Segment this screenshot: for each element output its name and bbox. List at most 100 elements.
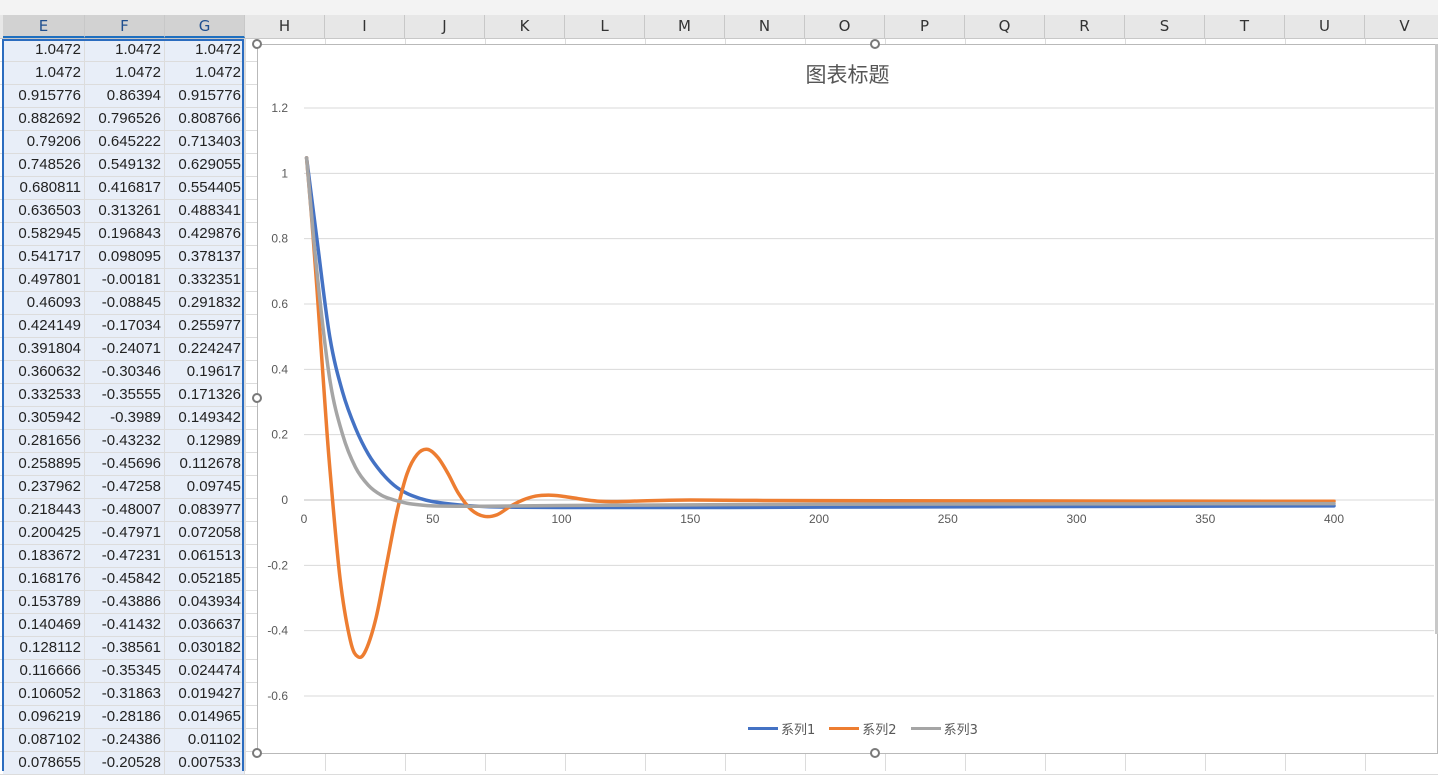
- series-line-3[interactable]: [304, 156, 1336, 509]
- cell-e16[interactable]: 0.332533: [3, 384, 85, 406]
- series-line-1[interactable]: [304, 156, 1336, 510]
- cell-f13[interactable]: -0.17034: [85, 315, 165, 337]
- chart-resize-handle-bottom-center[interactable]: [870, 748, 880, 758]
- column-header-n[interactable]: N: [725, 15, 805, 38]
- column-header-l[interactable]: L: [565, 15, 645, 38]
- chart-resize-handle-bottom-left[interactable]: [252, 748, 262, 758]
- cell-e7[interactable]: 0.680811: [3, 177, 85, 199]
- cell-f7[interactable]: 0.416817: [85, 177, 165, 199]
- cell-f17[interactable]: -0.3989: [85, 407, 165, 429]
- chart-resize-handle-top-center[interactable]: [870, 39, 880, 49]
- column-header-u[interactable]: U: [1285, 15, 1365, 38]
- cell-g9[interactable]: 0.429876: [165, 223, 245, 245]
- cell-f9[interactable]: 0.196843: [85, 223, 165, 245]
- cell-e4[interactable]: 0.882692: [3, 108, 85, 130]
- cell-e14[interactable]: 0.391804: [3, 338, 85, 360]
- column-header-o[interactable]: O: [805, 15, 885, 38]
- cell-f5[interactable]: 0.645222: [85, 131, 165, 153]
- cell-e24[interactable]: 0.168176: [3, 568, 85, 590]
- cell-e28[interactable]: 0.116666: [3, 660, 85, 682]
- cell-f29[interactable]: -0.31863: [85, 683, 165, 705]
- cell-e31[interactable]: 0.087102: [3, 729, 85, 751]
- cell-g27[interactable]: 0.030182: [165, 637, 245, 659]
- cell-e22[interactable]: 0.200425: [3, 522, 85, 544]
- column-header-h[interactable]: H: [245, 15, 325, 38]
- cell-g20[interactable]: 0.09745: [165, 476, 245, 498]
- cell-g4[interactable]: 0.808766: [165, 108, 245, 130]
- cell-e5[interactable]: 0.79206: [3, 131, 85, 153]
- cell-g25[interactable]: 0.043934: [165, 591, 245, 613]
- chart-legend[interactable]: 系列1 系列2 系列3: [748, 719, 978, 738]
- cell-g22[interactable]: 0.072058: [165, 522, 245, 544]
- cell-f4[interactable]: 0.796526: [85, 108, 165, 130]
- cell-g19[interactable]: 0.112678: [165, 453, 245, 475]
- column-header-q[interactable]: Q: [965, 15, 1045, 38]
- chart-resize-handle-middle-left[interactable]: [252, 393, 262, 403]
- cell-g10[interactable]: 0.378137: [165, 246, 245, 268]
- series-line-2[interactable]: [304, 156, 1336, 660]
- cell-f30[interactable]: -0.28186: [85, 706, 165, 728]
- cell-g7[interactable]: 0.554405: [165, 177, 245, 199]
- column-header-j[interactable]: J: [405, 15, 485, 38]
- cell-g1[interactable]: 1.0472: [165, 39, 245, 61]
- cell-g29[interactable]: 0.019427: [165, 683, 245, 705]
- legend-entry-1[interactable]: 系列1: [748, 719, 815, 738]
- cell-e12[interactable]: 0.46093: [3, 292, 85, 314]
- cell-g12[interactable]: 0.291832: [165, 292, 245, 314]
- cell-f3[interactable]: 0.86394: [85, 85, 165, 107]
- column-header-f[interactable]: F: [85, 15, 165, 38]
- cell-e27[interactable]: 0.128112: [3, 637, 85, 659]
- cell-f24[interactable]: -0.45842: [85, 568, 165, 590]
- cell-g13[interactable]: 0.255977: [165, 315, 245, 337]
- cell-f16[interactable]: -0.35555: [85, 384, 165, 406]
- cell-e17[interactable]: 0.305942: [3, 407, 85, 429]
- column-header-m[interactable]: M: [645, 15, 725, 38]
- cell-e11[interactable]: 0.497801: [3, 269, 85, 291]
- cell-e1[interactable]: 1.0472: [3, 39, 85, 61]
- cell-g3[interactable]: 0.915776: [165, 85, 245, 107]
- cell-e6[interactable]: 0.748526: [3, 154, 85, 176]
- cell-f8[interactable]: 0.313261: [85, 200, 165, 222]
- chart-resize-handle-top-left[interactable]: [252, 39, 262, 49]
- cell-f23[interactable]: -0.47231: [85, 545, 165, 567]
- column-header-k[interactable]: K: [485, 15, 565, 38]
- cell-g24[interactable]: 0.052185: [165, 568, 245, 590]
- cell-e19[interactable]: 0.258895: [3, 453, 85, 475]
- column-header-v[interactable]: V: [1365, 15, 1438, 38]
- cell-g6[interactable]: 0.629055: [165, 154, 245, 176]
- cell-g8[interactable]: 0.488341: [165, 200, 245, 222]
- cell-f31[interactable]: -0.24386: [85, 729, 165, 751]
- cell-g31[interactable]: 0.01102: [165, 729, 245, 751]
- legend-entry-2[interactable]: 系列2: [829, 719, 897, 738]
- cell-f6[interactable]: 0.549132: [85, 154, 165, 176]
- cell-g11[interactable]: 0.332351: [165, 269, 245, 291]
- cell-g23[interactable]: 0.061513: [165, 545, 245, 567]
- cell-f18[interactable]: -0.43232: [85, 430, 165, 452]
- cell-e25[interactable]: 0.153789: [3, 591, 85, 613]
- cell-e13[interactable]: 0.424149: [3, 315, 85, 337]
- cell-f20[interactable]: -0.47258: [85, 476, 165, 498]
- cell-e26[interactable]: 0.140469: [3, 614, 85, 636]
- column-header-r[interactable]: R: [1045, 15, 1125, 38]
- cell-e30[interactable]: 0.096219: [3, 706, 85, 728]
- cell-e29[interactable]: 0.106052: [3, 683, 85, 705]
- cell-g26[interactable]: 0.036637: [165, 614, 245, 636]
- cell-g21[interactable]: 0.083977: [165, 499, 245, 521]
- cell-f25[interactable]: -0.43886: [85, 591, 165, 613]
- cell-f21[interactable]: -0.48007: [85, 499, 165, 521]
- cell-g5[interactable]: 0.713403: [165, 131, 245, 153]
- cell-f11[interactable]: -0.00181: [85, 269, 165, 291]
- column-header-t[interactable]: T: [1205, 15, 1285, 38]
- cell-f12[interactable]: -0.08845: [85, 292, 165, 314]
- cell-f28[interactable]: -0.35345: [85, 660, 165, 682]
- cell-g16[interactable]: 0.171326: [165, 384, 245, 406]
- cell-e18[interactable]: 0.281656: [3, 430, 85, 452]
- cell-e8[interactable]: 0.636503: [3, 200, 85, 222]
- cell-f27[interactable]: -0.38561: [85, 637, 165, 659]
- cell-e20[interactable]: 0.237962: [3, 476, 85, 498]
- cell-f2[interactable]: 1.0472: [85, 62, 165, 84]
- cell-f22[interactable]: -0.47971: [85, 522, 165, 544]
- cell-g18[interactable]: 0.12989: [165, 430, 245, 452]
- cell-f15[interactable]: -0.30346: [85, 361, 165, 383]
- cell-f1[interactable]: 1.0472: [85, 39, 165, 61]
